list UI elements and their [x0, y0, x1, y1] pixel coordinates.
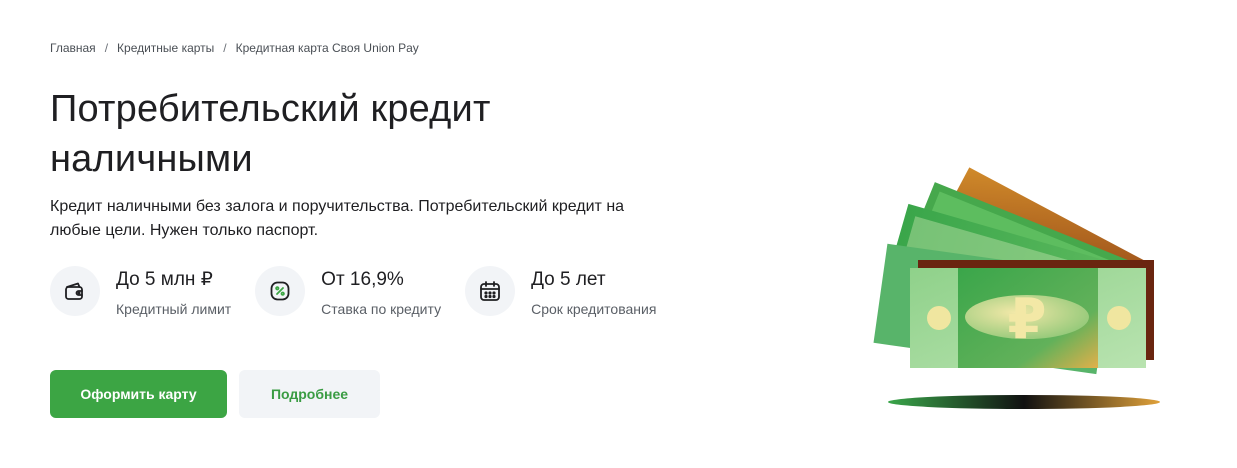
feature-label: Кредитный лимит: [116, 301, 232, 317]
breadcrumb-link-credit-cards[interactable]: Кредитные карты: [117, 41, 214, 55]
apply-card-button[interactable]: Оформить карту: [50, 370, 227, 418]
features-list: До 5 млн ₽ Кредитный лимит От 16,9% Став…: [50, 266, 680, 318]
page: Главная / Кредитные карты / Кредитная ка…: [0, 0, 1237, 468]
ruble-symbol: ₽: [1008, 287, 1047, 352]
feature-rate: От 16,9% Ставка по кредиту: [255, 266, 441, 318]
page-title: Потребительский кредит наличными: [50, 88, 491, 180]
feature-credit-limit: До 5 млн ₽ Кредитный лимит: [50, 266, 231, 318]
more-details-button[interactable]: Подробнее: [239, 370, 380, 418]
breadcrumb-separator: /: [223, 41, 227, 55]
breadcrumb-separator: /: [104, 41, 109, 55]
feature-label: Ставка по кредиту: [321, 301, 442, 317]
percent-icon: [255, 266, 306, 316]
calendar-icon: [465, 266, 516, 316]
breadcrumb-current: Кредитная карта Своя Union Pay: [235, 41, 419, 55]
breadcrumb-link-home[interactable]: Главная: [50, 41, 96, 55]
feature-term: До 5 лет Срок кредитования: [465, 266, 656, 318]
breadcrumb: Главная / Кредитные карты / Кредитная ка…: [50, 41, 419, 55]
feature-value: От 16,9%: [321, 269, 404, 290]
money-banknotes-illustration: ₽: [870, 165, 1170, 425]
page-description: Кредит наличными без залога и поручитель…: [50, 198, 625, 239]
wallet-icon: [50, 266, 100, 316]
feature-value: До 5 млн ₽: [116, 269, 213, 290]
feature-label: Срок кредитования: [531, 301, 657, 317]
feature-value: До 5 лет: [531, 269, 606, 290]
